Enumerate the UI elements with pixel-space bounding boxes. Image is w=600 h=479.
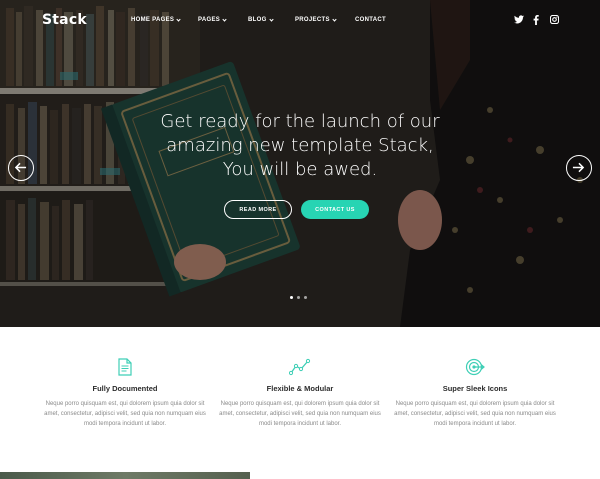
- feature-title: Super Sleek Icons: [442, 384, 508, 393]
- menu-item-label: PROJECTS: [295, 17, 330, 23]
- menu-item-projects[interactable]: PROJECTS: [295, 16, 337, 23]
- contact-us-button[interactable]: CONTACT US: [301, 200, 369, 219]
- feature-title: Fully Documented: [92, 384, 158, 393]
- menu-item-label: PAGES: [198, 17, 221, 23]
- chevron-down-icon: [222, 16, 227, 22]
- arrow-right-icon: [572, 162, 585, 173]
- feature-description: Neque porro quisquam est, qui dolorem ip…: [394, 401, 556, 427]
- slider-next-button[interactable]: [566, 155, 592, 181]
- feature-description: Neque porro quisquam est, qui dolorem ip…: [44, 401, 206, 427]
- feature-card: Flexible & Modular Neque porro quisquam …: [215, 358, 385, 429]
- instagram-icon[interactable]: [549, 14, 560, 26]
- chevron-down-icon: [176, 16, 181, 22]
- slider-pagination: [290, 296, 307, 299]
- chevron-down-icon: [268, 16, 274, 22]
- slider-dot[interactable]: [304, 296, 307, 299]
- feature-card: Fully Documented Neque porro quisquam es…: [40, 358, 210, 429]
- top-navigation: Stack HOME PAGES PAGES BLOG PROJECTS CON…: [0, 0, 600, 42]
- chart-line-icon: [289, 358, 311, 376]
- menu-item-label: HOME PAGES: [131, 17, 175, 23]
- facebook-icon[interactable]: [533, 15, 539, 27]
- target-icon: [465, 358, 485, 376]
- menu-item-contact[interactable]: CONTACT: [355, 17, 386, 23]
- menu-item-label: BLOG: [248, 17, 267, 23]
- menu-item-blog[interactable]: BLOG: [248, 16, 274, 23]
- read-more-button[interactable]: READ MORE: [224, 200, 292, 219]
- feature-title: Flexible & Modular: [266, 384, 334, 393]
- menu-item-home-pages[interactable]: HOME PAGES: [131, 16, 181, 23]
- menu-item-label: CONTACT: [355, 17, 386, 23]
- menu-item-pages[interactable]: PAGES: [198, 16, 227, 23]
- feature-description: Neque porro quisquam est, qui dolorem ip…: [219, 401, 381, 427]
- next-section-image: [0, 472, 250, 479]
- hero-headline: Get ready for the launch of our amazing …: [160, 111, 440, 180]
- main-menu: HOME PAGES PAGES BLOG PROJECTS CONTACT: [0, 16, 600, 29]
- document-icon: [118, 358, 132, 376]
- feature-card: Super Sleek Icons Neque porro quisquam e…: [390, 358, 560, 429]
- twitter-icon[interactable]: [514, 15, 524, 26]
- arrow-left-icon: [14, 162, 27, 173]
- slider-dot[interactable]: [290, 296, 293, 299]
- chevron-down-icon: [332, 16, 337, 22]
- slider-dot[interactable]: [297, 296, 300, 299]
- slider-prev-button[interactable]: [8, 155, 34, 181]
